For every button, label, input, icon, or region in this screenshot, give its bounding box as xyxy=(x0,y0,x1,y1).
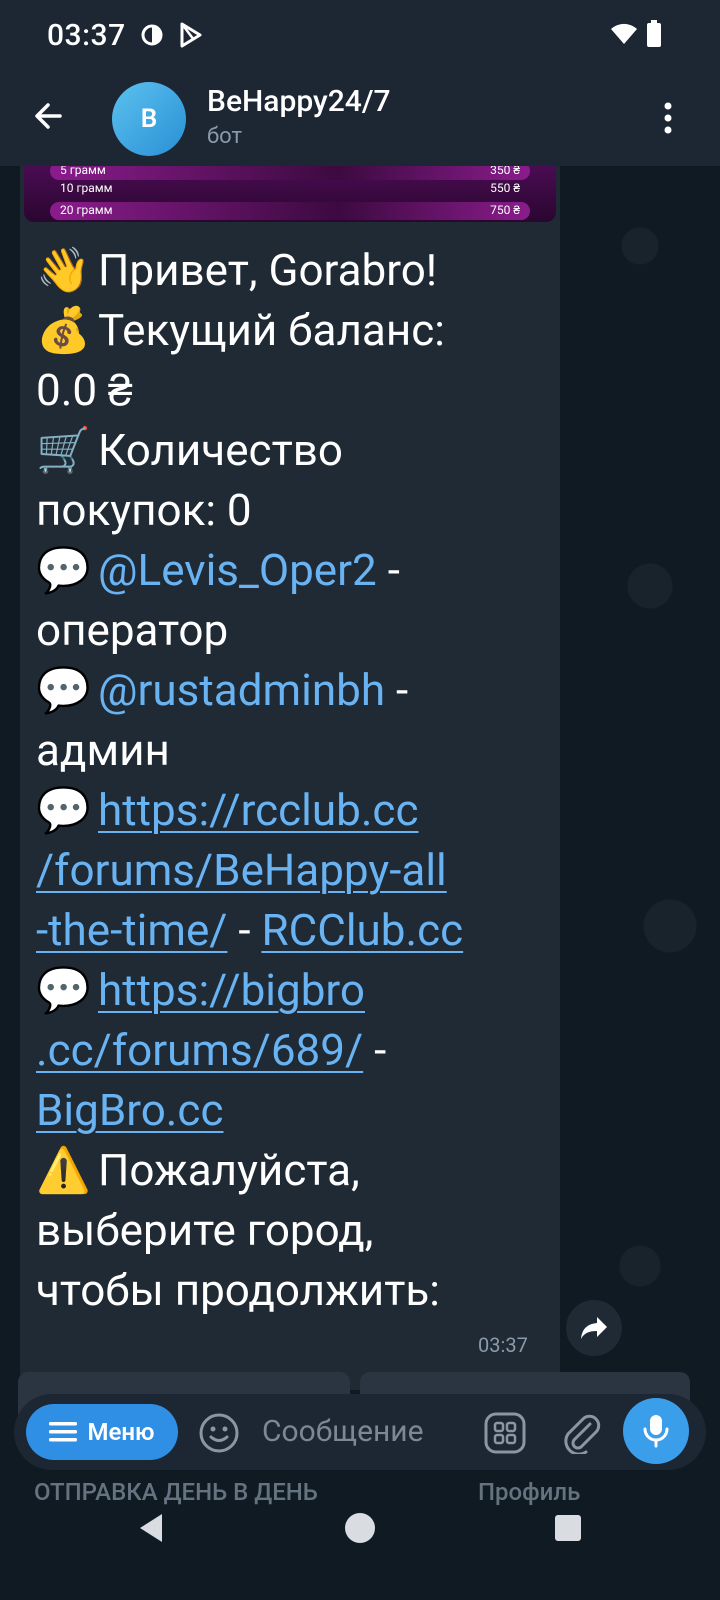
battery-icon xyxy=(646,20,662,52)
more-options-icon[interactable] xyxy=(664,98,672,138)
speech-emoji-icon: 💬 xyxy=(36,664,91,716)
prompt-line-3: чтобы продолжить: xyxy=(36,1264,440,1316)
rcclub-url-link[interactable]: -the-time/ xyxy=(36,904,227,956)
chat-header: B BeHappy24/7 бот xyxy=(0,72,720,166)
message-input[interactable]: Сообщение xyxy=(262,1414,424,1449)
back-arrow-icon[interactable] xyxy=(30,96,70,136)
balance-value: 0.0 ₴ xyxy=(36,364,133,416)
system-nav-bar xyxy=(0,1500,720,1600)
speech-emoji-icon: 💬 xyxy=(36,784,91,836)
promo-image[interactable]: 5 грамм 350 ₴ 10 грамм 550 ₴ 20 грамм 75… xyxy=(24,166,556,222)
share-button[interactable] xyxy=(566,1300,622,1356)
promo-weight: 20 грамм xyxy=(60,203,113,217)
bigbro-url-link[interactable]: .cc/forums/689/ xyxy=(36,1024,363,1076)
emoji-button-icon[interactable] xyxy=(198,1412,240,1458)
purchases-value: покупок: 0 xyxy=(36,484,252,536)
rcclub-url-link[interactable]: https://rcclub.cc xyxy=(98,784,418,836)
warning-emoji-icon: ⚠️ xyxy=(36,1144,91,1196)
operator-role: оператор xyxy=(36,604,229,656)
link-separator: - xyxy=(363,1024,387,1076)
message-text: 👋 Привет, Gorabro! 💰 Текущий баланс: 0.0 ₴… xyxy=(36,240,556,1320)
microphone-icon xyxy=(643,1415,669,1448)
admin-dash: - xyxy=(385,664,409,716)
purchases-label: Количество xyxy=(98,424,343,476)
chat-subtitle: бот xyxy=(207,124,243,149)
play-store-icon xyxy=(178,20,204,54)
share-arrow-icon xyxy=(581,1317,607,1339)
promo-row: 10 грамм 550 ₴ xyxy=(50,180,530,198)
chat-title[interactable]: BeHappy24/7 xyxy=(207,84,391,119)
status-time: 03:37 xyxy=(47,18,126,53)
cart-emoji-icon: 🛒 xyxy=(36,424,91,476)
prompt-line-1: Пожалуйста, xyxy=(98,1144,360,1196)
attach-paperclip-icon[interactable] xyxy=(560,1410,602,1458)
menu-button-label: Меню xyxy=(87,1418,155,1446)
avatar[interactable]: B xyxy=(112,82,186,156)
bigbro-label-link[interactable]: BigBro.cc xyxy=(36,1084,223,1136)
speech-emoji-icon: 💬 xyxy=(36,544,91,596)
microphone-button[interactable] xyxy=(623,1398,689,1464)
admin-role: админ xyxy=(36,724,170,776)
money-bag-emoji-icon: 💰 xyxy=(36,304,91,356)
avatar-letter: B xyxy=(140,104,158,134)
speech-emoji-icon: 💬 xyxy=(36,964,91,1016)
nav-recents-icon[interactable] xyxy=(554,1514,582,1546)
nav-home-icon[interactable] xyxy=(344,1512,376,1548)
balance-label: Текущий баланс: xyxy=(98,304,445,356)
bigbro-url-link[interactable]: https://bigbro xyxy=(98,964,365,1016)
operator-mention-link[interactable]: @Levis_Oper2 xyxy=(98,544,377,596)
greeting-text: Привет, Gorabro! xyxy=(98,244,438,296)
menu-lines-icon xyxy=(49,1422,78,1442)
message-time: 03:37 xyxy=(478,1333,528,1357)
promo-price: 750 ₴ xyxy=(490,203,520,217)
promo-price: 350 ₴ xyxy=(490,166,520,177)
status-bar: 03:37 xyxy=(0,0,720,72)
bot-commands-icon[interactable] xyxy=(484,1412,526,1458)
data-saver-icon xyxy=(140,20,164,54)
rcclub-url-link[interactable]: /forums/BeHappy-all xyxy=(36,844,447,896)
wave-emoji-icon: 👋 xyxy=(36,244,91,296)
wifi-icon xyxy=(610,22,638,50)
prompt-line-2: выберите город, xyxy=(36,1204,374,1256)
promo-price: 550 ₴ xyxy=(490,181,520,195)
promo-weight: 5 грамм xyxy=(60,166,106,177)
link-separator: - xyxy=(227,904,262,956)
promo-row: 20 грамм 750 ₴ xyxy=(50,202,530,220)
promo-row: 5 грамм 350 ₴ xyxy=(50,166,530,180)
rcclub-label-link[interactable]: RCClub.cc xyxy=(261,904,463,956)
promo-weight: 10 грамм xyxy=(60,181,113,195)
admin-mention-link[interactable]: @rustadminbh xyxy=(98,664,385,716)
nav-back-icon[interactable] xyxy=(136,1512,166,1548)
operator-dash: - xyxy=(376,544,400,596)
menu-button[interactable]: Меню xyxy=(26,1404,178,1460)
